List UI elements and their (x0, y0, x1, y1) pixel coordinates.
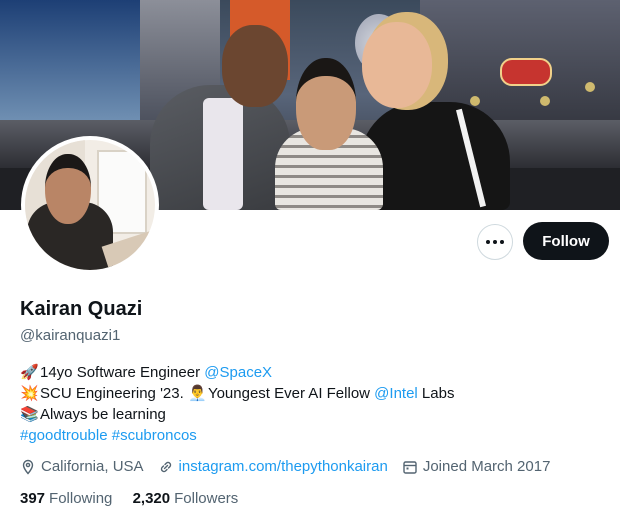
bio-line: #goodtrouble #scubroncos (20, 425, 454, 446)
banner-person-left-shirt (203, 98, 243, 210)
profile-handle: @kairanquazi1 (20, 327, 121, 344)
banner-light (540, 96, 550, 106)
website-link[interactable]: instagram.com/thepythonkairan (179, 458, 388, 475)
follow-button[interactable]: Follow (523, 222, 609, 260)
hashtag-link-goodtrouble[interactable]: #goodtrouble (20, 427, 108, 444)
banner-person-left-head (222, 25, 288, 107)
joined-item: Joined March 2017 (402, 458, 551, 475)
profile-meta: California, USA instagram.com/thepythonk… (20, 458, 564, 475)
office-worker-icon: 👨‍💼 (187, 385, 207, 402)
bio-text: Labs (417, 385, 455, 402)
following-count: 397 (20, 490, 46, 507)
profile-name: Kairan Quazi (20, 298, 143, 320)
location-item: California, USA (20, 458, 144, 475)
location-pin-icon (22, 459, 34, 475)
followers-label: Followers (174, 490, 239, 507)
followers-count-link[interactable]: 2,320 Followers (133, 490, 239, 507)
bio-text: SCU Engineering '23. (40, 385, 188, 402)
banner-light (585, 82, 595, 92)
website-item[interactable]: instagram.com/thepythonkairan (158, 458, 388, 475)
books-icon: 📚 (20, 406, 39, 423)
bio-text: Always be learning (40, 406, 166, 423)
bio-text: 14yo Software Engineer (40, 364, 205, 381)
banner-bg-left (0, 0, 140, 120)
joined-text: Joined March 2017 (422, 458, 551, 475)
profile-bio: 🚀14yo Software Engineer @SpaceX 💥SCU Eng… (20, 362, 454, 446)
avatar-person-head (45, 154, 91, 224)
profile-avatar[interactable] (21, 136, 159, 274)
bio-line: 📚Always be learning (20, 404, 454, 425)
bio-text: Youngest Ever AI Fellow (207, 385, 375, 402)
rocket-icon: 🚀 (20, 364, 39, 381)
hashtag-link-scubroncos[interactable]: #scubroncos (112, 427, 197, 444)
banner-person-center-head (296, 58, 356, 150)
banner-light (470, 96, 480, 106)
mention-link-intel[interactable]: @Intel (374, 385, 418, 402)
collision-icon: 💥 (20, 385, 39, 402)
location-text: California, USA (41, 458, 144, 475)
banner-neon-sign (500, 58, 552, 86)
link-icon (160, 461, 171, 472)
banner-person-right-head (362, 22, 432, 108)
bio-line: 💥SCU Engineering '23. 👨‍💼Youngest Ever A… (20, 383, 454, 404)
following-count-link[interactable]: 397 Following (20, 490, 112, 507)
mention-link-spacex[interactable]: @SpaceX (204, 364, 272, 381)
bio-line: 🚀14yo Software Engineer @SpaceX (20, 362, 454, 383)
more-options-button[interactable] (477, 224, 513, 260)
profile-counts: 397 Following 2,320 Followers (20, 490, 254, 507)
calendar-icon (403, 460, 417, 474)
ellipsis-icon (485, 240, 506, 244)
followers-count: 2,320 (132, 490, 171, 507)
following-label: Following (49, 490, 113, 507)
